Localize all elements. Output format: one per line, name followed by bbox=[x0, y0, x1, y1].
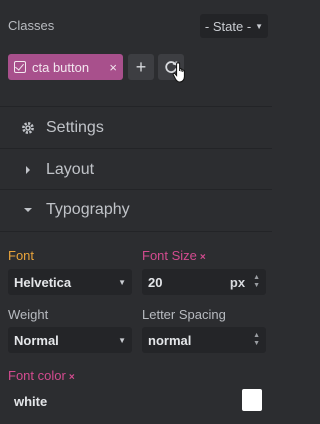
font-select[interactable]: Helvetica ▼ bbox=[8, 269, 132, 295]
close-icon[interactable]: × bbox=[109, 60, 117, 75]
font-size-unit[interactable]: px bbox=[230, 275, 245, 290]
section-layout-label: Layout bbox=[46, 161, 95, 178]
section-settings[interactable]: Settings bbox=[0, 108, 272, 148]
hand-cursor-icon bbox=[172, 62, 185, 83]
stepper-icon[interactable]: ▲ ▼ bbox=[253, 274, 260, 289]
state-dropdown[interactable]: - State - ▼ bbox=[200, 14, 268, 38]
stepper-icon[interactable]: ▲ ▼ bbox=[253, 332, 260, 347]
class-chip-label: cta button bbox=[32, 59, 90, 75]
font-color-row: white bbox=[0, 388, 272, 414]
font-size-value: 20 bbox=[148, 274, 163, 290]
font-value: Helvetica bbox=[14, 274, 72, 290]
font-size-input[interactable]: 20 px ▲ ▼ bbox=[142, 269, 266, 295]
chevron-right-icon bbox=[20, 165, 36, 175]
font-size-label: Font Size × bbox=[142, 248, 206, 263]
divider bbox=[0, 148, 272, 149]
font-label: Font bbox=[8, 248, 35, 263]
classes-label: Classes bbox=[8, 18, 55, 33]
font-size-label-text: Font Size bbox=[142, 248, 197, 263]
weight-select[interactable]: Normal ▼ bbox=[8, 327, 132, 353]
state-label: - State - bbox=[204, 18, 252, 34]
section-typography-label: Typography bbox=[46, 201, 130, 218]
section-layout[interactable]: Layout bbox=[0, 150, 272, 190]
class-selector-row: cta button × + bbox=[0, 48, 272, 92]
chevron-down-icon: ▼ bbox=[118, 277, 126, 287]
divider bbox=[0, 106, 272, 107]
section-settings-label: Settings bbox=[46, 119, 104, 136]
color-swatch[interactable] bbox=[242, 389, 262, 411]
weight-label: Weight bbox=[8, 307, 49, 322]
letter-spacing-value: normal bbox=[148, 332, 192, 348]
font-color-label: Font color × bbox=[8, 368, 75, 383]
clear-font-size-icon[interactable]: × bbox=[200, 252, 206, 263]
chevron-down-icon: ▼ bbox=[118, 335, 126, 345]
gear-icon bbox=[20, 121, 36, 135]
font-color-label-text: Font color bbox=[8, 368, 66, 383]
letter-spacing-label: Letter Spacing bbox=[142, 307, 226, 322]
font-color-input[interactable]: white bbox=[8, 388, 272, 414]
classes-header: Classes - State - ▼ bbox=[0, 0, 272, 48]
add-class-button[interactable]: + bbox=[128, 54, 154, 80]
font-color-value: white bbox=[14, 393, 48, 409]
chevron-down-icon: ▼ bbox=[255, 21, 264, 31]
plus-icon: + bbox=[135, 56, 147, 77]
letter-spacing-input[interactable]: normal ▲ ▼ bbox=[142, 327, 266, 353]
checkbox-icon[interactable] bbox=[14, 61, 26, 73]
divider bbox=[0, 231, 272, 232]
style-panel: Classes - State - ▼ cta button × + Setti… bbox=[0, 0, 272, 424]
weight-value: Normal bbox=[14, 332, 59, 348]
class-chip[interactable]: cta button × bbox=[8, 54, 123, 80]
section-typography[interactable]: Typography bbox=[0, 190, 272, 230]
chevron-down-icon bbox=[20, 206, 36, 214]
clear-font-color-icon[interactable]: × bbox=[69, 372, 75, 383]
